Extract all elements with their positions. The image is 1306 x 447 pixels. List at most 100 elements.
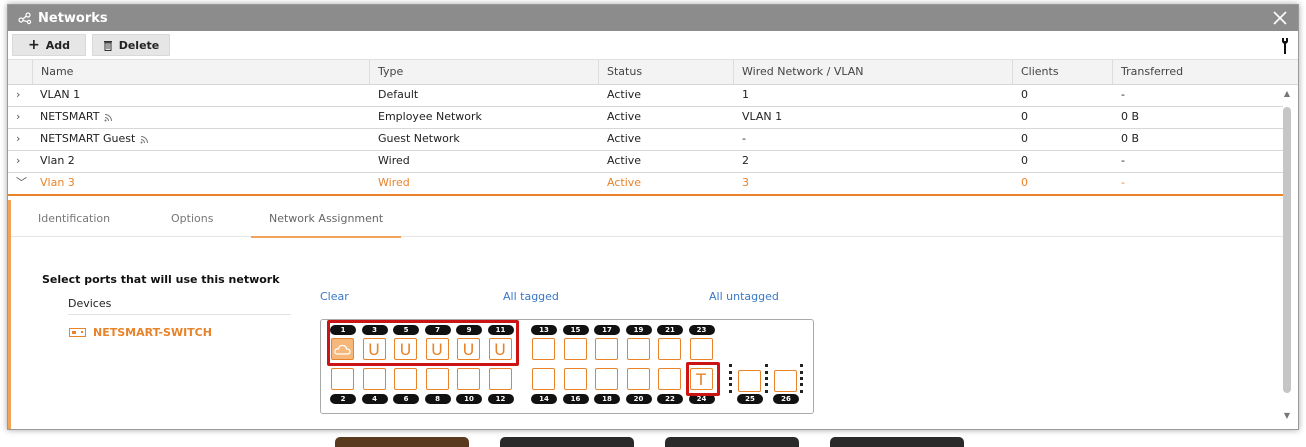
cell-vlan: - (742, 132, 746, 145)
taskbar-thumbnail[interactable] (500, 437, 634, 447)
cell-type: Default (378, 88, 419, 101)
column-header-clients[interactable]: Clients (1012, 60, 1059, 84)
port-label: 10 (456, 394, 482, 404)
taskbar-thumbnail[interactable] (335, 437, 469, 447)
toolbar: + Add Delete (8, 31, 1298, 58)
sfp-divider (729, 364, 735, 393)
network-icon (18, 12, 32, 25)
table-row[interactable]: › Vlan 2 Wired Active 2 0 - (8, 150, 1283, 173)
scroll-up-icon[interactable]: ▲ (1282, 89, 1292, 98)
switch-port[interactable] (532, 338, 555, 360)
cell-vlan: 3 (742, 176, 749, 189)
switch-port[interactable] (362, 368, 386, 390)
all-tagged-link[interactable]: All tagged (503, 290, 559, 303)
plus-icon: + (28, 37, 40, 53)
port-label: 21 (657, 325, 683, 335)
switch-port[interactable] (331, 368, 354, 390)
cell-transferred: 0 B (1121, 132, 1140, 145)
switch-port[interactable] (595, 368, 618, 390)
table-header: Name Type Status Wired Network / VLAN Cl… (8, 59, 1298, 85)
device-item-netsmart-switch[interactable]: NETSMART-SWITCH (69, 326, 212, 339)
chevron-down-icon[interactable]: ﹀ (16, 172, 28, 194)
cell-type: Employee Network (378, 110, 482, 123)
table-row[interactable]: › NETSMART Employee Network Active VLAN 1 0 0 … (8, 106, 1283, 129)
port-label: 14 (531, 394, 557, 404)
chevron-right-icon[interactable]: › (16, 128, 28, 150)
switch-port[interactable] (394, 368, 417, 390)
cell-type: Wired (378, 154, 410, 167)
column-header-vlan[interactable]: Wired Network / VLAN (733, 60, 864, 84)
port-label: 13 (531, 325, 557, 335)
cell-name: NETSMART (40, 106, 113, 128)
cell-clients: 0 (1021, 176, 1028, 189)
chevron-right-icon[interactable]: › (16, 150, 28, 172)
chevron-right-icon[interactable]: › (16, 106, 28, 128)
close-icon[interactable] (1272, 10, 1288, 26)
port-label: 25 (737, 394, 763, 404)
switch-port[interactable] (658, 368, 681, 390)
highlight-box (686, 362, 720, 396)
port-label: 12 (487, 394, 514, 404)
port-label: 17 (594, 325, 620, 335)
switch-port[interactable] (689, 338, 713, 360)
sfp-port[interactable] (738, 370, 761, 392)
cell-clients: 0 (1021, 154, 1028, 167)
cell-status: Active (607, 88, 642, 101)
cell-transferred: - (1121, 88, 1125, 101)
taskbar-thumbnail[interactable] (830, 437, 964, 447)
chevron-right-icon[interactable]: › (16, 84, 28, 106)
cell-vlan: 2 (742, 154, 749, 167)
switch-port[interactable] (626, 338, 650, 360)
detail-tabs: Identification Options Network Assignmen… (11, 200, 1283, 238)
cell-name: VLAN 1 (40, 88, 81, 101)
switch-port[interactable] (457, 368, 480, 390)
cell-status: Active (607, 176, 642, 189)
switch-port[interactable] (658, 338, 681, 360)
network-detail-panel: Identification Options Network Assignmen… (8, 200, 1286, 429)
cell-vlan: VLAN 1 (742, 110, 783, 123)
port-label: 8 (424, 394, 451, 404)
tab-options[interactable]: Options (171, 200, 213, 236)
cell-name: Vlan 2 (40, 154, 75, 167)
switch-port-panel: 1 2 3 U 4 5 U 6 7 U 8 9 U 10 11 U 12 13 14 15 16 17 18 19 20 21 22… (320, 319, 814, 414)
switch-port[interactable] (563, 338, 587, 360)
table-row[interactable]: › NETSMART Guest Guest Network Active - 0 0 B (8, 128, 1283, 151)
tab-network-assignment[interactable]: Network Assignment (251, 200, 402, 238)
sfp-divider (800, 364, 806, 393)
taskbar-thumbnail[interactable] (665, 437, 799, 447)
wireless-icon (140, 135, 149, 143)
column-header-status[interactable]: Status (598, 60, 642, 84)
table-row[interactable]: ﹀ Vlan 3 Wired Active 3 0 - (8, 172, 1283, 196)
add-button[interactable]: + Add (12, 34, 86, 56)
cell-transferred: - (1121, 176, 1125, 189)
delete-button[interactable]: Delete (92, 34, 170, 56)
sfp-divider (765, 364, 771, 393)
switch-port[interactable] (425, 368, 449, 390)
switch-port[interactable] (626, 368, 650, 390)
tab-identification[interactable]: Identification (38, 200, 110, 236)
column-header-name[interactable]: Name (32, 60, 73, 84)
port-label: 18 (594, 394, 620, 404)
port-label: 6 (393, 394, 419, 404)
port-label: 15 (562, 325, 589, 335)
cell-status: Active (607, 154, 642, 167)
networks-window: Networks + Add Delete Name Type Status Wi… (7, 4, 1299, 430)
all-untagged-link[interactable]: All untagged (709, 290, 779, 303)
switch-port[interactable] (595, 338, 618, 360)
clear-link[interactable]: Clear (320, 290, 349, 303)
switch-port[interactable] (563, 368, 587, 390)
switch-icon (69, 328, 86, 337)
table-row[interactable]: › VLAN 1 Default Active 1 0 - (8, 84, 1283, 107)
column-header-transferred[interactable]: Transferred (1112, 60, 1183, 84)
wireless-icon (104, 113, 113, 121)
sfp-port[interactable] (774, 370, 797, 392)
port-label: 23 (688, 325, 715, 335)
switch-port[interactable] (532, 368, 555, 390)
column-header-type[interactable]: Type (369, 60, 403, 84)
port-label: 26 (773, 394, 799, 404)
port-label: 20 (625, 394, 652, 404)
wrench-icon[interactable] (1281, 38, 1289, 54)
cell-clients: 0 (1021, 110, 1028, 123)
switch-port[interactable] (488, 368, 512, 390)
port-label: 16 (562, 394, 589, 404)
